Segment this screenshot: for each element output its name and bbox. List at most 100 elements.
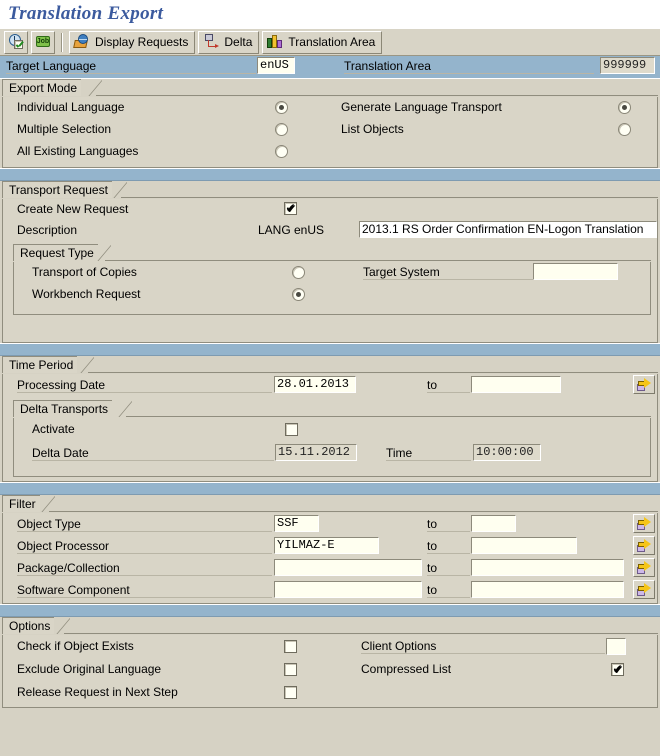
description-row: Description LANG enUS 2013.1 RS Order Co… — [3, 220, 657, 242]
yellow-arrow-icon — [638, 583, 652, 594]
transport-request-group: Transport Request Create New Request ✔ D… — [0, 181, 660, 343]
export-mode-option-list-objects-radio[interactable] — [618, 123, 631, 136]
filter-row-package-collection-to-input[interactable] — [471, 559, 624, 576]
request-type-body: Transport of Copies Target System Workbe… — [13, 262, 651, 315]
target-system-input[interactable] — [533, 263, 618, 280]
options-row-2: Exclude Original Language Compressed Lis… — [3, 658, 657, 681]
job-icon: Job — [35, 34, 51, 50]
filter-row-object-processor-multiple-selection-button[interactable] — [633, 536, 655, 555]
application-toolbar: Job Display Requests Delta Translation A… — [0, 28, 660, 56]
export-mode-row-2: Multiple Selection List Objects — [3, 119, 657, 141]
tab-slant — [80, 356, 94, 373]
delta-date-row: Delta Date 15.11.2012 Time 10:00:00 — [14, 442, 650, 466]
table-row: Object Type SSF to — [3, 513, 657, 535]
time-period-title: Time Period — [2, 356, 78, 373]
filter-row-object-processor-label: Object Processor — [17, 539, 272, 554]
delta-label: Delta — [224, 35, 253, 49]
translation-area-icon — [267, 34, 283, 50]
time-period-group: Time Period Processing Date 28.01.2013 t… — [0, 356, 660, 482]
filter-row-object-type-from-input[interactable]: SSF — [274, 515, 319, 532]
export-mode-row-3: All Existing Languages — [3, 141, 657, 163]
window-titlebar: Translation Export — [0, 0, 660, 28]
filter-row-software-component-multiple-selection-button[interactable] — [633, 580, 655, 599]
header-band: Target Language enUS Translation Area 99… — [0, 56, 660, 79]
workbench-request-label: Workbench Request — [32, 287, 141, 301]
target-language-input[interactable]: enUS — [257, 57, 295, 74]
delta-time-label: Time — [386, 446, 471, 461]
create-new-request-checkbox[interactable]: ✔ — [284, 202, 297, 215]
request-type-header: Request Type — [13, 244, 651, 262]
filter-row-software-component-to-input[interactable] — [471, 581, 624, 598]
display-requests-label: Display Requests — [95, 35, 189, 49]
export-mode-group: Export Mode Individual Language Generate… — [0, 79, 660, 168]
target-language-label: Target Language — [6, 59, 256, 74]
processing-date-to-input[interactable] — [471, 376, 561, 393]
description-prefix: LANG enUS — [258, 223, 325, 237]
activate-row: Activate — [14, 418, 650, 442]
export-mode-option-all-existing-languages-label: All Existing Languages — [17, 144, 139, 158]
create-new-request-row: Create New Request ✔ — [3, 199, 657, 220]
delta-button[interactable]: Delta — [198, 30, 260, 54]
request-type-row-1: Transport of Copies Target System — [14, 262, 650, 284]
export-mode-header: Export Mode — [0, 79, 660, 97]
filter-row-package-collection-to-label: to — [427, 561, 470, 576]
execute-background-button[interactable]: Job — [31, 30, 55, 54]
filter-row-object-type-multiple-selection-button[interactable] — [633, 514, 655, 533]
translation-area-button[interactable]: Translation Area — [262, 30, 383, 54]
filter-row-object-type-label: Object Type — [17, 517, 272, 532]
tab-slant — [41, 495, 55, 512]
display-requests-button[interactable]: Display Requests — [69, 30, 196, 54]
export-mode-option-multiple-selection-radio[interactable] — [275, 123, 288, 136]
compressed-list-checkbox[interactable]: ✔ — [611, 663, 624, 676]
toolbar-separator — [61, 32, 63, 52]
options-title: Options — [2, 617, 55, 634]
export-mode-option-generate-language-transport-label: Generate Language Transport — [341, 100, 502, 114]
filter-body: Object Type SSF to Object Processor YILM… — [2, 513, 658, 604]
client-options-input[interactable] — [606, 638, 626, 655]
table-row: Package/Collection to — [3, 557, 657, 579]
tab-rule — [64, 633, 658, 634]
section-divider-1 — [0, 168, 660, 181]
processing-date-label: Processing Date — [17, 378, 272, 393]
yellow-arrow-icon — [638, 539, 652, 550]
section-divider-3 — [0, 482, 660, 495]
release-request-in-next-step-checkbox[interactable] — [284, 686, 297, 699]
processing-date-from-input[interactable]: 28.01.2013 — [274, 376, 356, 393]
transport-of-copies-radio[interactable] — [292, 266, 305, 279]
workbench-request-radio[interactable] — [292, 288, 305, 301]
section-divider-4 — [0, 604, 660, 617]
time-period-header: Time Period — [0, 356, 660, 374]
export-mode-option-generate-language-transport-radio[interactable] — [618, 101, 631, 114]
export-mode-option-individual-language-radio[interactable] — [275, 101, 288, 114]
translation-area-label: Translation Area — [344, 59, 594, 74]
tab-slant — [97, 244, 111, 261]
filter-row-package-collection-from-input[interactable] — [274, 559, 422, 576]
tab-slant — [113, 181, 127, 198]
tab-slant — [118, 400, 132, 417]
filter-row-object-processor-to-input[interactable] — [471, 537, 577, 554]
filter-row-package-collection-multiple-selection-button[interactable] — [633, 558, 655, 577]
tab-rule — [121, 197, 658, 198]
description-input[interactable]: 2013.1 RS Order Confirmation EN-Logon Tr… — [359, 221, 657, 238]
export-mode-body: Individual Language Generate Language Tr… — [2, 97, 658, 168]
filter-row-software-component-to-label: to — [427, 583, 470, 598]
filter-row-object-processor-from-input[interactable]: YILMAZ-E — [274, 537, 379, 554]
execute-button[interactable] — [4, 30, 28, 54]
delta-transports-body: Activate Delta Date 15.11.2012 Time 10:0… — [13, 418, 651, 477]
delta-date-input: 15.11.2012 — [275, 444, 357, 461]
activate-checkbox[interactable] — [285, 423, 298, 436]
options-row-1: Check if Object Exists Client Options — [3, 635, 657, 658]
exclude-original-language-checkbox[interactable] — [284, 663, 297, 676]
export-mode-option-list-objects-label: List Objects — [341, 122, 404, 136]
processing-date-multiple-selection-button[interactable] — [633, 375, 655, 394]
request-type-group: Request Type Transport of Copies Target … — [13, 244, 651, 315]
filter-title: Filter — [2, 495, 40, 512]
tab-rule — [126, 416, 651, 417]
export-mode-option-all-existing-languages-radio[interactable] — [275, 145, 288, 158]
filter-row-object-type-to-input[interactable] — [471, 515, 516, 532]
filter-row-software-component-from-input[interactable] — [274, 581, 422, 598]
check-if-object-exists-checkbox[interactable] — [284, 640, 297, 653]
delta-time-input: 10:00:00 — [473, 444, 541, 461]
transport-request-title: Transport Request — [2, 181, 112, 198]
options-body: Check if Object Exists Client Options Ex… — [2, 635, 658, 708]
